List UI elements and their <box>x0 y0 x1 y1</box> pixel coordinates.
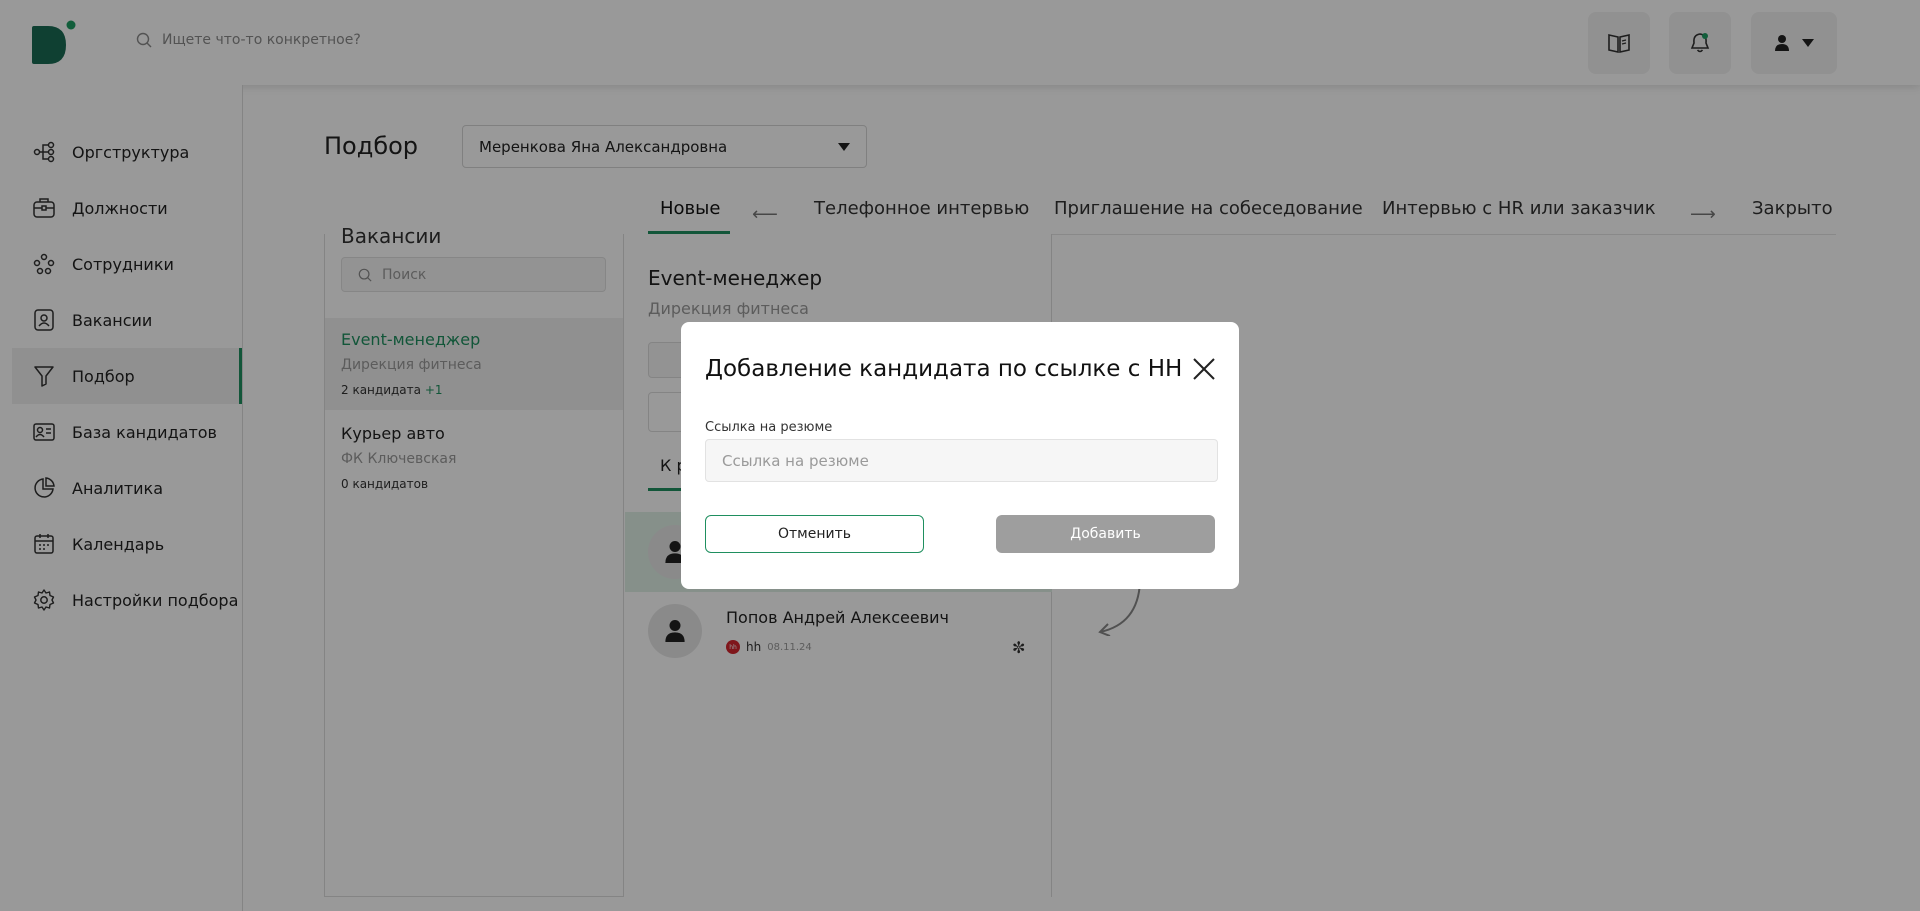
add-candidate-modal: Добавление кандидата по ссылке с HH Ссыл… <box>681 322 1239 589</box>
cancel-button[interactable]: Отменить <box>705 515 924 553</box>
add-button[interactable]: Добавить <box>996 515 1215 553</box>
resume-link-input[interactable] <box>705 439 1218 482</box>
resume-link-label: Ссылка на резюме <box>705 420 833 435</box>
modal-title: Добавление кандидата по ссылке с HH <box>705 356 1183 382</box>
close-icon[interactable] <box>1191 356 1217 382</box>
